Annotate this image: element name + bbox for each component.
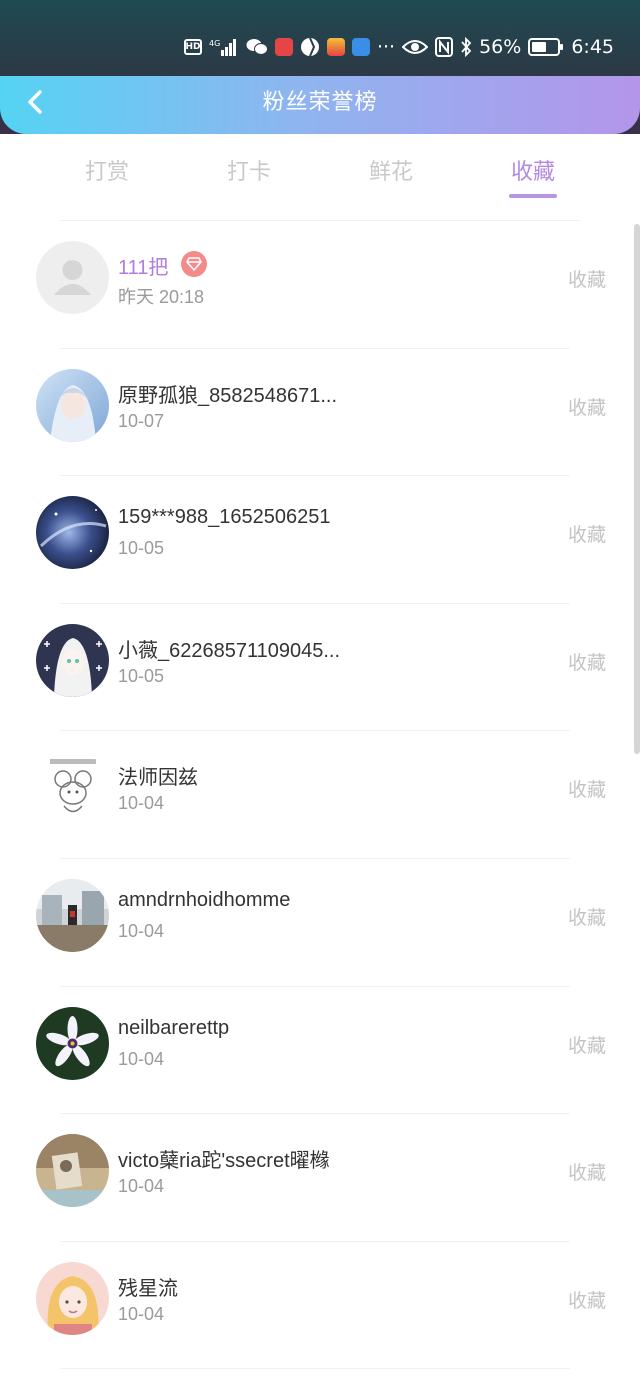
user-name: 法师因兹 xyxy=(118,767,198,790)
favorite-label: 收藏 xyxy=(567,1290,606,1312)
nfc-icon xyxy=(435,37,454,57)
user-name: 159***988_1652506251 xyxy=(118,506,331,529)
vintage-photo-avatar-icon xyxy=(36,1134,109,1208)
favorite-label: 收藏 xyxy=(567,525,606,547)
list-item[interactable]: 111把 昨天 20:18 收藏 xyxy=(0,221,630,349)
book-app-icon xyxy=(274,38,293,56)
svg-text:4G: 4G xyxy=(209,39,220,48)
avatar[interactable] xyxy=(36,878,109,952)
anime-girl-avatar-icon xyxy=(36,368,109,442)
tab-label: 收藏 xyxy=(510,159,555,184)
timestamp: 10-04 xyxy=(118,793,165,814)
favorite-label: 收藏 xyxy=(567,780,606,802)
user-name: 111把 xyxy=(118,257,169,279)
galaxy-avatar-icon xyxy=(36,496,109,570)
eye-icon xyxy=(402,38,429,56)
hd-icon: HD xyxy=(183,39,202,55)
avatar[interactable] xyxy=(36,751,109,825)
tab-label: 打卡 xyxy=(226,159,271,184)
tab-checkin[interactable]: 打卡 xyxy=(178,150,320,202)
favorite-label: 收藏 xyxy=(567,1163,606,1185)
list-item[interactable]: victo蘖ria跎'ssecret曜橼 10-04 收藏 xyxy=(0,1114,630,1242)
status-icons: HD 4G ··· 56% 6:45 xyxy=(183,33,614,61)
user-name: 小薇_62268571109045... xyxy=(118,639,341,662)
user-name: 残星流 xyxy=(118,1277,178,1300)
list-item[interactable]: neilbarerettp 10-04 收藏 xyxy=(0,987,630,1115)
avatar[interactable] xyxy=(36,623,109,697)
user-name: victo蘖ria跎'ssecret曜橼 xyxy=(118,1150,330,1173)
favorite-label: 收藏 xyxy=(567,397,606,419)
wechat-icon xyxy=(246,38,268,56)
timestamp: 10-04 xyxy=(118,1176,165,1197)
list-item[interactable]: amndrnhoidhomme 10-04 收藏 xyxy=(0,859,630,987)
timestamp: 10-04 xyxy=(118,1303,165,1324)
send-app-icon xyxy=(351,38,370,56)
avatar[interactable] xyxy=(36,368,109,442)
list-item[interactable]: 残星流 10-04 收藏 xyxy=(0,1242,630,1370)
scrollbar[interactable] xyxy=(634,224,640,754)
avatar[interactable] xyxy=(36,496,109,570)
avatar[interactable] xyxy=(36,1006,109,1080)
favorite-label: 收藏 xyxy=(567,652,606,674)
timestamp: 10-04 xyxy=(118,920,165,941)
more-notifications-icon: ··· xyxy=(376,36,396,58)
user-name: neilbarerettp xyxy=(118,1016,230,1039)
favorite-label: 收藏 xyxy=(567,270,606,291)
timestamp: 昨天 20:18 xyxy=(118,287,205,307)
tab-label: 鲜花 xyxy=(368,159,413,184)
white-hair-anime-avatar-icon xyxy=(36,623,109,697)
active-tab-indicator xyxy=(509,194,557,198)
fan-list: 111把 昨天 20:18 收藏 原野孤狼_8582548671... 10-0… xyxy=(0,221,630,1370)
tab-label: 打赏 xyxy=(84,159,129,184)
avatar[interactable] xyxy=(36,241,109,314)
flower-avatar-icon xyxy=(36,1006,109,1080)
favorite-label: 收藏 xyxy=(567,1035,606,1057)
list-item[interactable]: 原野孤狼_8582548671... 10-07 收藏 xyxy=(0,349,630,477)
tab-favorites[interactable]: 收藏 xyxy=(462,150,604,202)
page-title: 粉丝荣誉榜 xyxy=(262,89,378,114)
default-avatar-icon xyxy=(36,241,109,314)
timestamp: 10-04 xyxy=(118,1048,165,1069)
diamond-badge-icon xyxy=(181,251,207,277)
list-item[interactable]: 小薇_62268571109045... 10-05 收藏 xyxy=(0,604,630,732)
tab-bar: 打赏 打卡 鲜花 收藏 xyxy=(36,150,604,202)
page-header: 粉丝荣誉榜 xyxy=(0,76,640,134)
timestamp: 10-05 xyxy=(118,665,165,686)
tab-reward[interactable]: 打赏 xyxy=(36,150,178,202)
street-photo-avatar-icon xyxy=(36,878,109,952)
signal-icon: 4G xyxy=(209,37,239,57)
favorite-label: 收藏 xyxy=(567,907,606,929)
tab-flowers[interactable]: 鲜花 xyxy=(320,150,462,202)
timestamp: 10-05 xyxy=(118,538,165,559)
user-name: amndrnhoidhomme xyxy=(118,888,291,911)
clock: 6:45 xyxy=(571,36,614,58)
sketch-mouse-avatar-icon xyxy=(36,751,109,825)
aperture-app-icon xyxy=(300,37,320,57)
divider xyxy=(60,1368,570,1370)
avatar[interactable] xyxy=(36,1261,109,1335)
battery-icon xyxy=(528,37,564,57)
list-item[interactable]: 法师因兹 10-04 收藏 xyxy=(0,731,630,859)
bluetooth-icon xyxy=(460,37,472,57)
news-app-icon xyxy=(326,38,345,56)
battery-percent: 56% xyxy=(479,36,522,58)
illustrated-girl-avatar-icon xyxy=(36,1261,109,1335)
timestamp: 10-07 xyxy=(118,410,165,431)
list-item[interactable]: 159***988_1652506251 10-05 收藏 xyxy=(0,476,630,604)
user-name: 原野孤狼_8582548671... xyxy=(118,384,338,407)
avatar[interactable] xyxy=(36,1134,109,1208)
